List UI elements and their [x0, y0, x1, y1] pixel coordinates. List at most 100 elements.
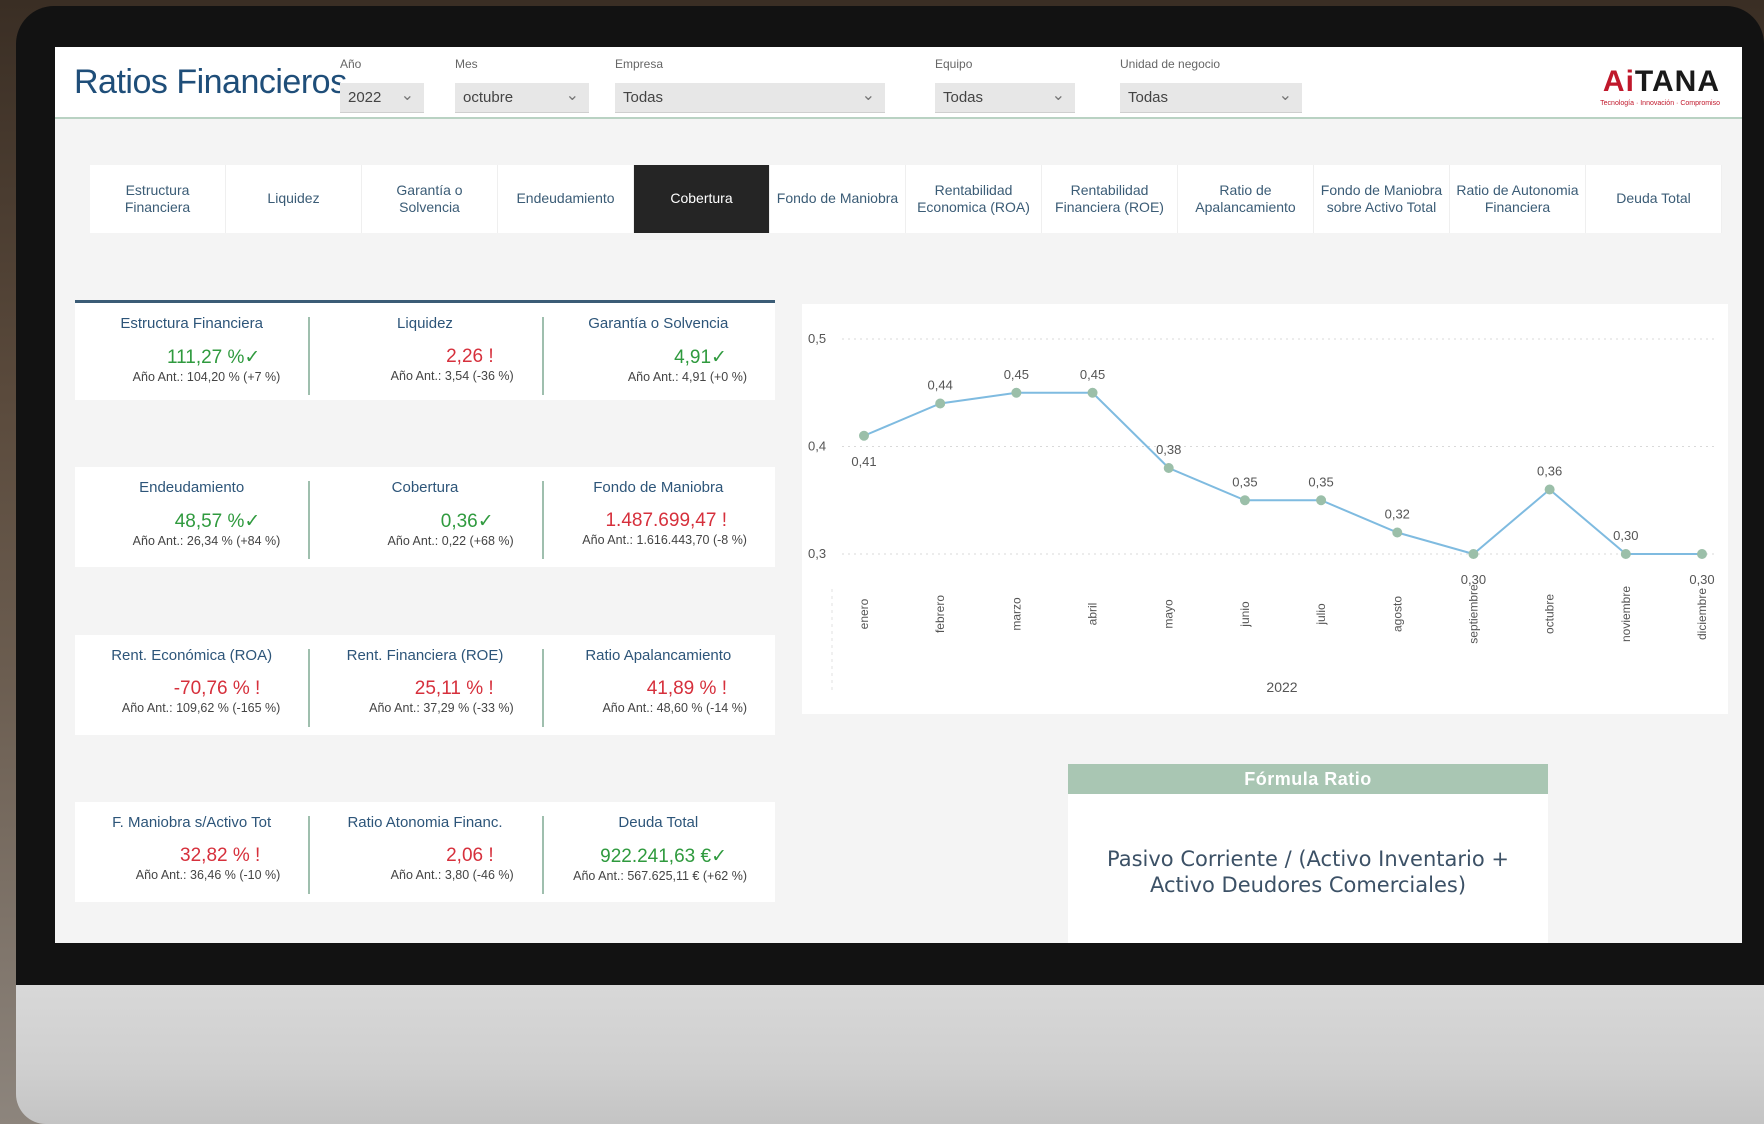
kpi-title: Rent. Económica (ROA) [111, 647, 273, 664]
kpi-card-fondo-maniobra[interactable]: Fondo de Maniobra 1.487.699,47 ! Año Ant… [541, 467, 775, 567]
data-point [1011, 387, 1022, 398]
data-point [1468, 549, 1479, 559]
kpi-card-endeudamiento[interactable]: Endeudamiento 48,57 %✓ Año Ant.: 26,34 %… [75, 467, 308, 567]
kpi-card-ratio-apalancamiento[interactable]: Ratio Apalancamiento 41,89 % ! Año Ant.:… [541, 635, 775, 735]
kpi-row: Rent. Económica (ROA) -70,76 % ! Año Ant… [75, 635, 775, 735]
logo-tagline: Tecnología · Innovación · Compromiso [1600, 100, 1720, 107]
data-label: 0,30 [1613, 528, 1638, 543]
series-line [863, 391, 1702, 556]
filter-year: Año 2022 ⌄ [340, 57, 424, 113]
data-label: 0,38 [1156, 442, 1181, 457]
kpi-previous-year: Año Ant.: 1.616.443,70 (-8 %) [582, 533, 747, 547]
kpi-value: 25,11 % ! [414, 678, 494, 699]
kpi-card-rent-financiera[interactable]: Rent. Financiera (ROE) 25,11 % ! Año Ant… [308, 635, 541, 735]
tab-liquidez[interactable]: Liquidez [226, 165, 362, 233]
data-label: 0,36 [1537, 464, 1562, 479]
kpi-card-ratio-autonomia[interactable]: Ratio Atonomia Financ. 2,06 ! Año Ant.: … [308, 802, 541, 902]
kpi-value: 2,06 ! [446, 845, 494, 866]
tab-fondo-maniobra[interactable]: Fondo de Maniobra [770, 165, 906, 233]
kpi-card-liquidez[interactable]: Liquidez 2,26 ! Año Ant.: 3,54 (-36 %) [308, 303, 541, 400]
company-dropdown[interactable]: Todas ⌄ [615, 83, 885, 113]
kpi-value: 41,89 % ! [646, 678, 727, 699]
data-label: 0,30 [1689, 572, 1714, 587]
filter-month: Mes octubre ⌄ [455, 57, 589, 113]
business-unit-dropdown[interactable]: Todas ⌄ [1120, 83, 1302, 113]
x-tick-label: agosto [1390, 596, 1404, 632]
data-label: 0,44 [928, 378, 953, 393]
y-tick-label: 0,5 [808, 331, 826, 346]
kpi-card-rent-economica[interactable]: Rent. Económica (ROA) -70,76 % ! Año Ant… [75, 635, 308, 735]
y-tick-label: 0,3 [808, 546, 826, 561]
kpi-row: Estructura Financiera 111,27 %✓ Año Ant.… [75, 300, 775, 400]
filter-business-unit-label: Unidad de negocio [1120, 57, 1221, 71]
kpi-title: Estructura Financiera [120, 315, 263, 332]
kpi-value: 2,26 ! [446, 346, 494, 367]
year-dropdown[interactable]: 2022 ⌄ [340, 83, 424, 113]
data-point [1316, 495, 1327, 506]
x-tick-label: mayo [1162, 599, 1176, 629]
formula-title: Fórmula Ratio [1068, 764, 1548, 794]
data-point [1392, 527, 1403, 538]
tab-cobertura[interactable]: Cobertura [634, 165, 770, 233]
page-title: Ratios Financieros [74, 63, 347, 101]
kpi-card-deuda-total[interactable]: Deuda Total 922.241,63 €✓ Año Ant.: 567.… [541, 802, 775, 902]
logo-main-text: TANA [1634, 65, 1720, 98]
tab-garantia-solvencia[interactable]: Garantía o Solvencia [362, 165, 498, 233]
company-dropdown-value: Todas [623, 89, 664, 106]
kpi-value: 1.487.699,47 ! [605, 510, 727, 531]
kpi-value: 32,82 % ! [180, 845, 261, 866]
x-tick-label: marzo [1009, 597, 1023, 631]
x-tick-label: abril [1086, 603, 1100, 626]
chart-svg: 0,5 0,4 0,3 0,41 enero 0,44 febrero 0,45 marzo 0,… [808, 331, 1717, 695]
kpi-title: Deuda Total [618, 814, 699, 831]
kpi-previous-year: Año Ant.: 48,60 % (-14 %) [602, 701, 747, 715]
kpi-value: 0,36✓ [440, 511, 494, 532]
data-label: 0,35 [1308, 474, 1333, 489]
kpi-title: Liquidez [397, 315, 453, 332]
kpi-row: F. Maniobra s/Activo Tot 32,82 % ! Año A… [75, 802, 775, 902]
filter-month-label: Mes [455, 57, 478, 71]
kpi-value: 922.241,63 €✓ [600, 846, 727, 867]
filter-company-label: Empresa [615, 57, 664, 71]
kpi-card-garantia-solvencia[interactable]: Garantía o Solvencia 4,91✓ Año Ant.: 4,9… [541, 303, 775, 400]
kpi-title: Ratio Apalancamiento [585, 647, 732, 664]
tab-ratio-autonomia-financiera[interactable]: Ratio de Autonomia Financiera [1450, 165, 1586, 233]
tab-rentabilidad-financiera[interactable]: Rentabilidad Financiera (ROE) [1042, 165, 1178, 233]
kpi-card-cobertura[interactable]: Cobertura 0,36✓ Año Ant.: 0,22 (+68 %) [308, 467, 541, 567]
kpi-title: Fondo de Maniobra [593, 479, 724, 496]
data-point [1087, 387, 1098, 398]
kpi-title: Rent. Financiera (ROE) [346, 647, 504, 664]
kpi-title: Garantía o Solvencia [588, 315, 729, 332]
kpi-title: F. Maniobra s/Activo Tot [112, 814, 272, 831]
team-dropdown[interactable]: Todas ⌄ [935, 83, 1075, 113]
kpi-previous-year: Año Ant.: 26,34 % (+84 %) [132, 534, 281, 548]
month-dropdown[interactable]: octubre ⌄ [455, 83, 589, 113]
kpi-title: Endeudamiento [139, 479, 245, 496]
tab-deuda-total[interactable]: Deuda Total [1586, 165, 1722, 233]
tab-fondo-maniobra-activo-total[interactable]: Fondo de Maniobra sobre Activo Total [1314, 165, 1450, 233]
year-dropdown-value: 2022 [348, 89, 382, 106]
filter-business-unit: Unidad de negocio Todas ⌄ [1120, 57, 1302, 113]
x-tick-label: junio [1238, 601, 1252, 628]
ratio-tabs: Estructura Financiera Liquidez Garantía … [90, 165, 1722, 233]
chevron-down-icon: ⌄ [861, 87, 875, 104]
chevron-down-icon: ⌄ [1278, 87, 1292, 104]
kpi-previous-year: Año Ant.: 37,29 % (-33 %) [369, 701, 514, 715]
tab-rentabilidad-economica[interactable]: Rentabilidad Economica (ROA) [906, 165, 1042, 233]
cobertura-line-chart[interactable]: 0,5 0,4 0,3 0,41 enero 0,44 febrero 0,45 marzo 0,… [802, 304, 1728, 714]
aitana-logo: AiTANA Tecnología · Innovación · Comprom… [1600, 65, 1720, 107]
tab-endeudamiento[interactable]: Endeudamiento [498, 165, 634, 233]
kpi-title: Ratio Atonomia Financ. [347, 814, 503, 831]
tab-estructura-financiera[interactable]: Estructura Financiera [90, 165, 226, 233]
kpi-value: 4,91✓ [674, 347, 727, 368]
chevron-down-icon: ⌄ [565, 87, 579, 104]
tab-ratio-apalancamiento[interactable]: Ratio de Apalancamiento [1178, 165, 1314, 233]
x-tick-label: julio [1314, 603, 1328, 626]
formula-card: Fórmula Ratio Pasivo Corriente / (Activo… [1068, 764, 1548, 943]
formula-text: Pasivo Corriente / (Activo Inventario + … [1107, 847, 1509, 898]
x-tick-label: septiembre [1466, 584, 1480, 644]
kpi-card-fmaniobra-activo-tot[interactable]: F. Maniobra s/Activo Tot 32,82 % ! Año A… [75, 802, 308, 902]
monitor-chin [16, 985, 1764, 1124]
data-label: 0,45 [1080, 367, 1105, 382]
kpi-card-estructura-financiera[interactable]: Estructura Financiera 111,27 %✓ Año Ant.… [75, 303, 308, 400]
